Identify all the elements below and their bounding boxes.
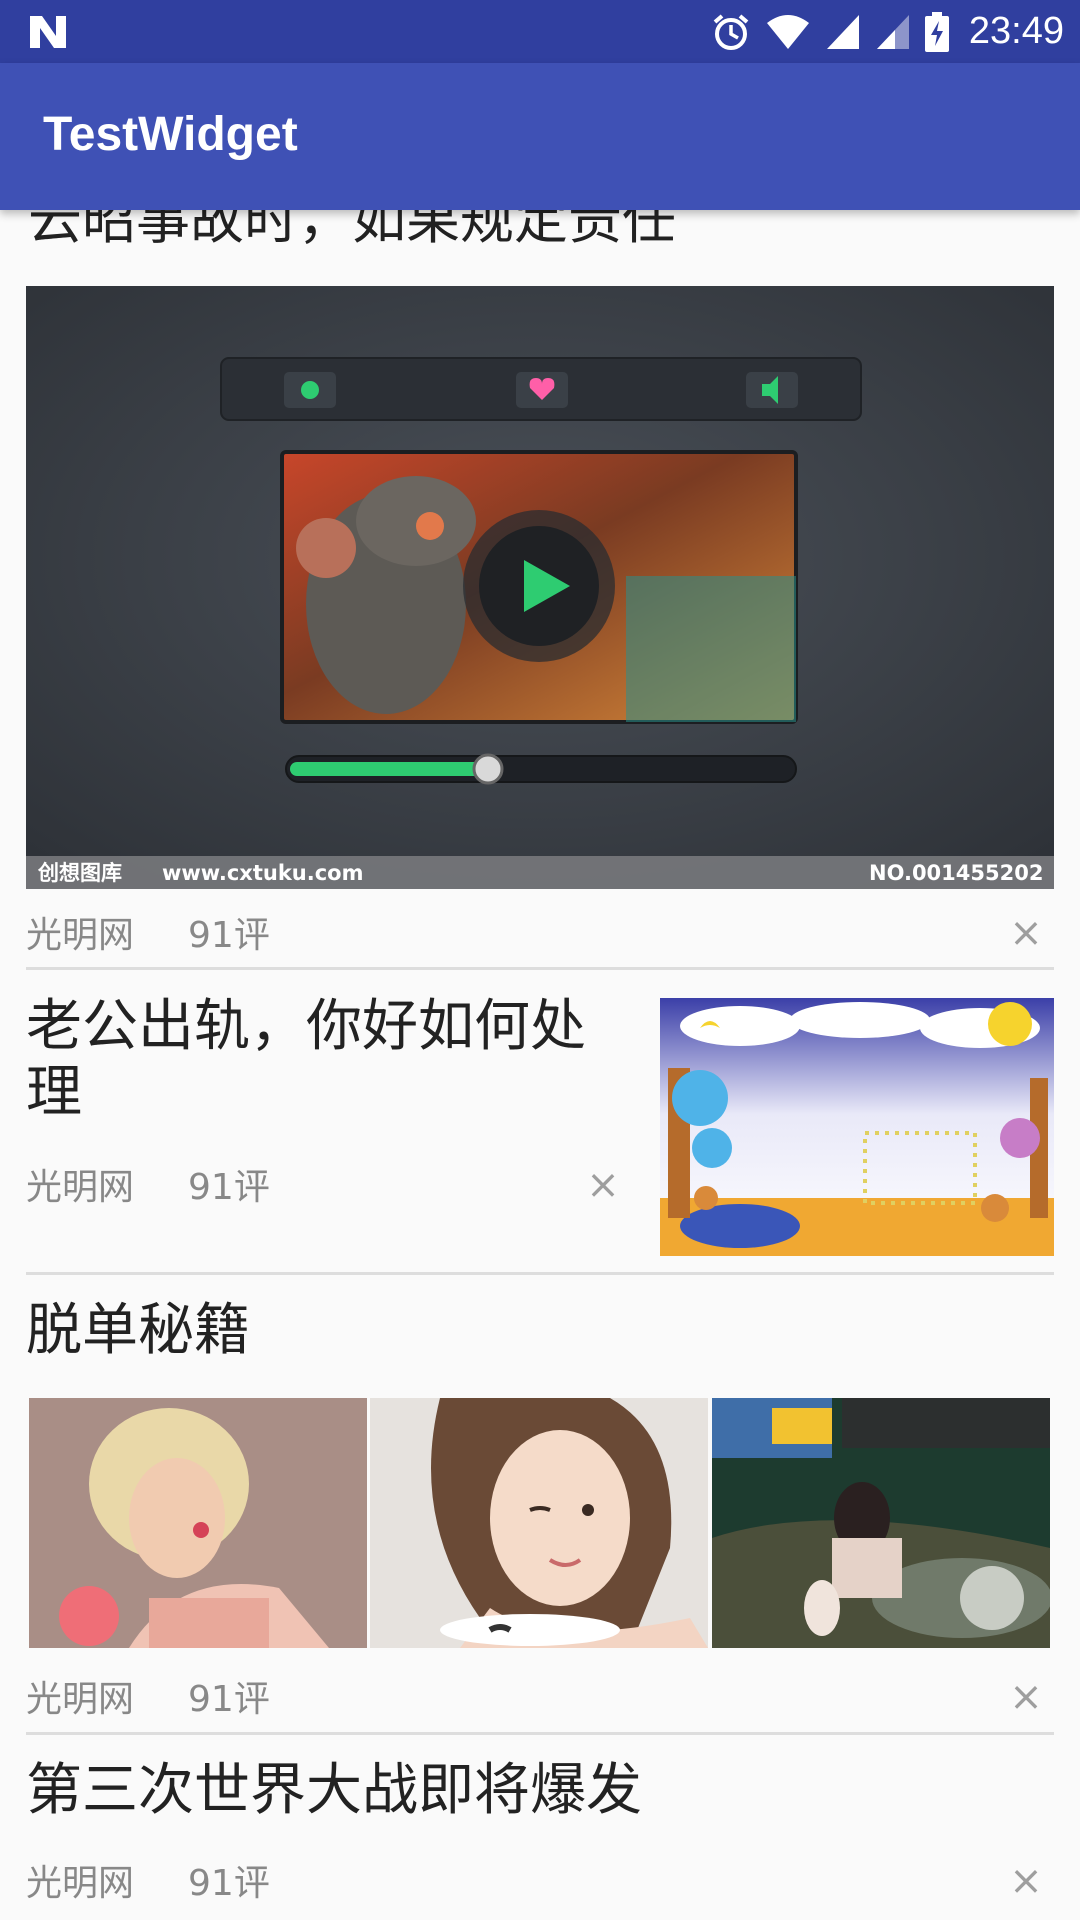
wifi-icon <box>766 14 809 49</box>
watermark-number: NO.001455202 <box>869 861 1043 885</box>
watermark-left: 创想图库 <box>37 861 122 885</box>
item-source: 光明网 <box>26 1167 135 1208</box>
item-source: 光明网 <box>26 1863 135 1904</box>
signal-icon <box>826 14 859 49</box>
alarm-icon <box>713 13 749 50</box>
item-meta: 光明网 91评 <box>26 1158 270 1210</box>
item-comments: 91评 <box>188 1167 270 1208</box>
item-comments: 91评 <box>188 1863 270 1904</box>
item-title[interactable]: 老公出轨，你好如何处理 <box>26 994 626 1126</box>
battery-charging-icon <box>924 11 949 52</box>
watermark-url: www.cxtuku.com <box>162 861 363 885</box>
app-title: TestWidget <box>43 108 298 161</box>
close-icon[interactable]: × <box>1006 910 1046 956</box>
app-bar: TestWidget <box>0 63 1080 210</box>
item-source: 光明网 <box>26 915 135 956</box>
photo-thumbnail-3[interactable] <box>712 1398 1050 1648</box>
close-icon[interactable]: × <box>1006 1858 1046 1904</box>
close-icon[interactable]: × <box>1006 1674 1046 1720</box>
photo-thumbnail-2[interactable] <box>370 1398 708 1648</box>
divider <box>26 967 1054 970</box>
item-meta: 光明网 91评 <box>26 1670 270 1722</box>
item-comments: 91评 <box>188 1679 270 1720</box>
news-feed[interactable]: 云昭事故时，如果规定责任 创想图库 www.cxtuku.com NO.0014… <box>0 210 1080 1920</box>
signal-weak-icon <box>876 14 909 49</box>
item-source: 光明网 <box>26 1679 135 1720</box>
status-time: 23:49 <box>968 10 1064 52</box>
item-title[interactable]: 第三次世界大战即将爆发 <box>26 1758 642 1824</box>
item-comments: 91评 <box>188 915 270 956</box>
divider <box>26 1732 1054 1735</box>
cartoon-thumbnail[interactable] <box>660 998 1054 1256</box>
item-title[interactable]: 脱单秘籍 <box>26 1298 250 1364</box>
video-player-image[interactable]: 创想图库 www.cxtuku.com NO.001455202 <box>26 286 1054 889</box>
n-logo-icon <box>30 16 66 48</box>
partial-item-title[interactable]: 云昭事故时，如果规定责任 <box>28 210 676 254</box>
item-meta: 光明网 91评 <box>26 1854 270 1906</box>
status-bar: 23:49 <box>0 0 1080 63</box>
divider <box>26 1272 1054 1275</box>
item-meta: 光明网 91评 <box>26 906 270 958</box>
close-icon[interactable]: × <box>583 1162 623 1208</box>
photo-thumbnail-1[interactable] <box>29 1398 367 1648</box>
